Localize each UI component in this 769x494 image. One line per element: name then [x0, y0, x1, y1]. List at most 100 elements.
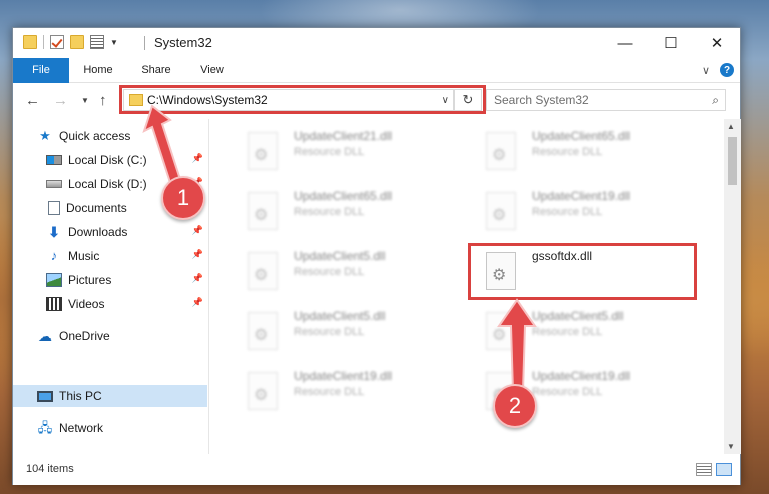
this-pc-icon [37, 390, 53, 402]
status-bar: 104 items [13, 454, 740, 485]
file-type: Resource DLL [294, 326, 365, 338]
file-item[interactable]: UpdateClient65.dll Resource DLL [462, 126, 682, 176]
title-divider [144, 36, 145, 50]
properties-check-icon[interactable] [50, 35, 64, 49]
search-input[interactable]: Search System32 ⌕ [486, 89, 726, 111]
tab-home[interactable]: Home [73, 58, 123, 83]
new-folder-icon[interactable] [70, 35, 84, 49]
file-item[interactable]: UpdateClient21.dll Resource DLL [224, 126, 444, 176]
file-type: Resource DLL [294, 386, 365, 398]
onedrive-icon: ☁ [38, 328, 52, 344]
file-name: UpdateClient65.dll [294, 189, 393, 203]
forward-arrow-icon[interactable]: → [53, 92, 68, 109]
file-item[interactable]: UpdateClient5.dll Resource DLL [224, 306, 444, 356]
sidebar-item-label: OneDrive [59, 329, 110, 343]
scrollbar-thumb[interactable] [728, 137, 737, 185]
step-badge-1: 1 [161, 176, 205, 220]
sidebar-item-label: Local Disk (D:) [68, 177, 147, 191]
dll-file-icon [248, 372, 278, 410]
sidebar-item-label: This PC [59, 389, 102, 403]
file-type: Resource DLL [294, 146, 365, 158]
file-name: UpdateClient19.dll [294, 369, 393, 383]
file-item[interactable]: UpdateClient65.dll Resource DLL [224, 186, 444, 236]
file-name: UpdateClient19.dll [532, 189, 631, 203]
help-icon[interactable]: ? [720, 63, 734, 77]
file-name: UpdateClient21.dll [294, 129, 393, 143]
minimize-button[interactable]: — [602, 28, 648, 58]
scroll-up-icon[interactable]: ▲ [727, 122, 735, 131]
pin-icon: 📌 [191, 225, 203, 235]
window-title: System32 [154, 35, 212, 50]
sidebar-item-label: Documents [66, 201, 127, 215]
file-name: UpdateClient5.dll [294, 249, 386, 263]
dll-file-icon [248, 132, 278, 170]
file-name: UpdateClient5.dll [294, 309, 386, 323]
dll-file-icon [248, 252, 278, 290]
large-icons-view-icon[interactable] [716, 463, 732, 476]
close-button[interactable]: ✕ [694, 28, 740, 58]
sidebar-item-videos[interactable]: Videos 📌 [13, 293, 207, 315]
item-count: 104 items [26, 463, 74, 475]
up-arrow-icon[interactable]: ↑ [99, 92, 107, 109]
file-item[interactable]: UpdateClient19.dll Resource DLL [224, 366, 444, 416]
step-badge-2: 2 [493, 384, 537, 428]
sidebar-item-label: Local Disk (C:) [68, 153, 147, 167]
search-icon[interactable]: ⌕ [712, 93, 719, 108]
maximize-button[interactable]: ☐ [648, 28, 694, 58]
network-icon: 🖧 [37, 420, 53, 435]
sidebar-item-label: Pictures [68, 273, 112, 287]
sidebar-item-this-pc[interactable]: This PC [13, 385, 207, 407]
folder-icon [23, 35, 37, 49]
file-name: UpdateClient5.dll [532, 309, 624, 323]
file-type: Resource DLL [532, 206, 603, 218]
sidebar-item-onedrive[interactable]: ☁ OneDrive [13, 325, 207, 347]
search-placeholder: Search System32 [494, 93, 589, 107]
downloads-icon: ⬇ [48, 224, 60, 240]
toolbar-divider [43, 35, 44, 49]
navigation-bar: ← → ▼ ↑ C:\Windows\System32 ∨ ↻ Search S… [13, 83, 740, 119]
tab-view[interactable]: View [189, 58, 235, 83]
star-icon: ★ [39, 128, 51, 143]
chevron-down-icon[interactable]: ∨ [702, 64, 710, 77]
sidebar-item-network[interactable]: 🖧 Network [13, 417, 207, 439]
tab-share[interactable]: Share [131, 58, 181, 83]
drive-icon [46, 180, 62, 188]
file-item[interactable]: UpdateClient19.dll Resource DLL [462, 186, 682, 236]
sidebar-item-label: Downloads [68, 225, 128, 239]
pictures-icon [46, 273, 62, 287]
quick-access-toolbar: ▼ [23, 35, 118, 49]
scroll-down-icon[interactable]: ▼ [727, 442, 735, 451]
properties-icon[interactable] [90, 35, 104, 49]
dll-file-icon [248, 192, 278, 230]
music-icon: ♪ [50, 248, 58, 263]
file-item[interactable]: UpdateClient5.dll Resource DLL [224, 246, 444, 296]
file-name: UpdateClient65.dll [532, 129, 631, 143]
back-arrow-icon[interactable]: ← [25, 92, 40, 109]
vertical-scrollbar[interactable]: ▲ ▼ [724, 119, 741, 454]
customize-toolbar-chevron-icon[interactable]: ▼ [110, 38, 118, 47]
details-view-icon[interactable] [696, 463, 712, 476]
videos-icon [46, 297, 62, 311]
sidebar-item-label: Videos [68, 297, 105, 311]
file-name: UpdateClient19.dll [532, 369, 631, 383]
pin-icon: 📌 [191, 273, 203, 283]
ribbon-right-controls: ∨ ? [702, 63, 734, 77]
file-type: Resource DLL [294, 206, 365, 218]
drive-c-icon [46, 155, 62, 165]
file-type: Resource DLL [294, 266, 365, 278]
dll-file-icon [486, 192, 516, 230]
sidebar-item-music[interactable]: ♪ Music 📌 [13, 245, 207, 267]
documents-icon [48, 201, 60, 215]
file-highlight-box [468, 243, 697, 300]
dll-file-icon [248, 312, 278, 350]
sidebar-item-pictures[interactable]: Pictures 📌 [13, 269, 207, 291]
sidebar-item-downloads[interactable]: ⬇ Downloads 📌 [13, 221, 207, 243]
sidebar-item-label: Music [68, 249, 100, 263]
ribbon: File Home Share View ∨ ? [13, 58, 740, 108]
title-bar: ▼ System32 — ☐ ✕ [13, 28, 740, 58]
view-buttons [696, 463, 732, 476]
file-type: Resource DLL [532, 146, 603, 158]
window-controls: — ☐ ✕ [602, 28, 740, 58]
recent-locations-chevron-icon[interactable]: ▼ [81, 96, 89, 105]
sidebar-item-label: Network [59, 421, 104, 435]
